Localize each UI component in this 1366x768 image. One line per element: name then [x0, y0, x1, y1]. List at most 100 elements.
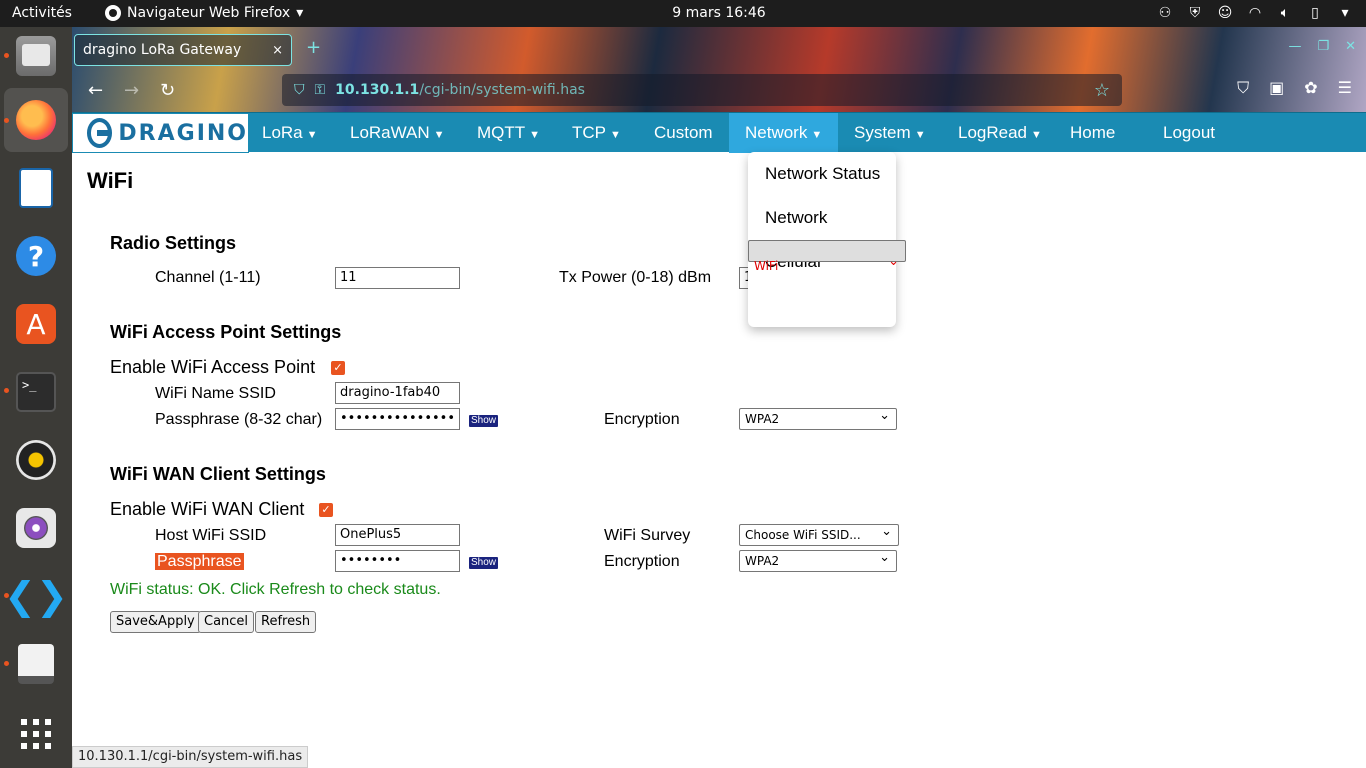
reload-icon[interactable]: ↻ — [160, 80, 175, 101]
dragino-logo[interactable]: DRAGINO — [72, 113, 249, 153]
document-viewer-icon[interactable] — [12, 640, 60, 688]
shield-icon[interactable]: ⛉ — [294, 82, 305, 98]
nav-custom[interactable]: Custom — [638, 113, 729, 153]
navigation-toolbar: ← → ↻ ⛉ ⚿ 10.130.1.1/cgi-bin/system-wifi… — [72, 70, 1366, 110]
wan-ssid-label: Host WiFi SSID — [155, 527, 267, 544]
forward-icon[interactable]: → — [124, 80, 139, 101]
ap-encryption-select[interactable]: WPA2 — [739, 408, 897, 430]
channel-label: Channel (1-11) — [155, 269, 261, 286]
enable-ap-label: Enable WiFi Access Point — [110, 357, 316, 377]
power-menu-icon[interactable]: ▾ — [1336, 5, 1354, 21]
nav-logout[interactable]: Logout — [1147, 113, 1231, 153]
new-tab-button[interactable]: + — [306, 37, 321, 58]
enable-wan-label: Enable WiFi WAN Client — [110, 499, 305, 519]
site-navbar: DRAGINO LoRa ▼ LoRaWAN ▼ MQTT ▼ TCP ▼ Custom… — [72, 112, 1366, 153]
dropdown-item-network-status[interactable]: Network Status — [748, 152, 896, 196]
window-controls: — ❐ ✕ — [1288, 39, 1356, 54]
menu-icon[interactable]: ☰ — [1338, 78, 1352, 98]
wan-encryption-label: Encryption — [604, 553, 680, 570]
vscode-icon[interactable]: ❮❯ — [4, 572, 68, 620]
nav-home[interactable]: Home — [1054, 113, 1131, 153]
running-indicator — [4, 388, 9, 393]
firefox-icon[interactable] — [4, 88, 68, 152]
dropdown-item-wifi[interactable]: WiFi — [748, 240, 906, 284]
terminal-icon[interactable]: >_ — [12, 368, 60, 416]
minimize-icon[interactable]: — — [1288, 39, 1301, 54]
help-icon[interactable]: ? — [12, 232, 60, 280]
nav-network[interactable]: Network ▼ — [729, 113, 839, 153]
ap-ssid-label: WiFi Name SSID — [155, 385, 276, 402]
running-indicator — [4, 53, 9, 58]
system-top-bar: Activités Navigateur Web Firefox ▾ 9 mar… — [0, 0, 1366, 27]
cancel-button[interactable]: Cancel — [198, 611, 255, 633]
lock-icon[interactable]: ⚿ — [315, 82, 326, 98]
nav-tcp[interactable]: TCP ▼ — [556, 113, 637, 153]
url-path: /cgi-bin/system-wifi.has — [419, 82, 585, 98]
wan-encryption-select[interactable]: WPA2 — [739, 550, 897, 572]
close-window-icon[interactable]: ✕ — [1345, 39, 1356, 54]
files-icon[interactable] — [12, 32, 60, 80]
url-host: 10.130.1.1 — [335, 82, 420, 98]
caret-down-icon: ▼ — [811, 129, 823, 141]
nav-lorawan[interactable]: LoRaWAN ▼ — [334, 113, 461, 153]
shield-icon[interactable]: ⛨ — [1186, 5, 1204, 21]
nav-logread[interactable]: LogRead ▼ — [942, 113, 1058, 153]
extension-icon[interactable]: ▣ — [1269, 78, 1284, 98]
system-tray[interactable]: ⚇ ⛨ ☺ ◠ 🔈︎ ▯ ▾ — [1156, 5, 1354, 21]
pocket-icon[interactable]: ⛉ — [1237, 78, 1249, 98]
dropdown-item-network[interactable]: Network — [748, 196, 896, 240]
wan-settings-heading: WiFi WAN Client Settings — [110, 464, 326, 484]
wifi-icon[interactable]: ◠ — [1246, 5, 1264, 21]
ap-encryption-label: Encryption — [604, 411, 680, 428]
running-indicator — [4, 118, 9, 123]
rhythmbox-icon[interactable] — [12, 436, 60, 484]
volume-icon[interactable]: 🔈︎ — [1276, 5, 1294, 21]
wifi-survey-label: WiFi Survey — [604, 527, 691, 544]
running-indicator — [4, 661, 9, 666]
people-icon[interactable]: ⚇ — [1156, 5, 1174, 21]
save-apply-button[interactable]: Save&Apply — [110, 611, 201, 633]
show-apps-icon[interactable] — [12, 710, 60, 758]
url-bar[interactable]: ⛉ ⚿ 10.130.1.1/cgi-bin/system-wifi.has ☆ — [282, 74, 1122, 106]
dock: ? A >_ ❮❯ — [0, 27, 72, 768]
wan-pass-label-text: Passphrase — [155, 553, 244, 570]
tab-dragino[interactable]: dragino LoRa Gateway × — [74, 34, 292, 66]
nav-mqtt[interactable]: MQTT ▼ — [461, 113, 556, 153]
enable-ap-checkbox[interactable]: ✓ — [331, 361, 345, 375]
tab-title: dragino LoRa Gateway — [83, 42, 242, 58]
battery-icon[interactable]: ▯ — [1306, 5, 1324, 21]
back-icon[interactable]: ← — [88, 80, 103, 101]
channel-input[interactable]: 11 — [335, 267, 460, 289]
discord-icon[interactable]: ☺ — [1216, 5, 1234, 21]
ap-show-button[interactable]: Show — [469, 415, 498, 427]
ap-pass-input[interactable]: ••••••••••••••• — [335, 408, 460, 430]
caret-down-icon: ▼ — [306, 129, 318, 141]
radio-settings-heading: Radio Settings — [110, 233, 237, 253]
wifi-survey-select[interactable]: Choose WiFi SSID... — [739, 524, 899, 546]
cheese-icon[interactable] — [12, 504, 60, 552]
web-page: DRAGINO LoRa ▼ LoRaWAN ▼ MQTT ▼ TCP ▼ Custom… — [72, 112, 1366, 768]
software-store-icon[interactable]: A — [12, 300, 60, 348]
nav-lora[interactable]: LoRa ▼ — [246, 113, 334, 153]
caret-down-icon: ▼ — [1031, 129, 1042, 141]
wan-ssid-input[interactable]: OnePlus5 — [335, 524, 460, 546]
wan-show-button[interactable]: Show — [469, 557, 498, 569]
link-status-url: 10.130.1.1/cgi-bin/system-wifi.has — [72, 746, 309, 768]
caret-down-icon: ▼ — [914, 129, 926, 141]
logo-text: DRAGINO — [118, 120, 248, 146]
close-icon[interactable]: × — [272, 43, 283, 58]
refresh-button[interactable]: Refresh — [255, 611, 317, 633]
ap-pass-label: Passphrase (8-32 char) — [155, 411, 323, 428]
ap-settings-heading: WiFi Access Point Settings — [110, 322, 342, 342]
maximize-icon[interactable]: ❐ — [1317, 39, 1329, 54]
wan-pass-input[interactable]: •••••••• — [335, 550, 460, 572]
ap-ssid-input[interactable]: dragino-1fab40 — [335, 382, 460, 404]
txpower-label: Tx Power (0-18) dBm — [559, 269, 712, 286]
writer-icon[interactable] — [12, 164, 60, 212]
network-dropdown-menu: Network Status Network WiFi Cellular — [748, 152, 906, 327]
extension-gnome-icon[interactable]: ✿ — [1304, 78, 1317, 98]
enable-wan-checkbox[interactable]: ✓ — [319, 503, 333, 517]
nav-system[interactable]: System ▼ — [838, 113, 942, 153]
bookmark-star-icon[interactable]: ☆ — [1094, 80, 1110, 101]
browser-chrome: dragino LoRa Gateway × + — ❐ ✕ ← → ↻ ⛉ ⚿… — [72, 27, 1366, 112]
